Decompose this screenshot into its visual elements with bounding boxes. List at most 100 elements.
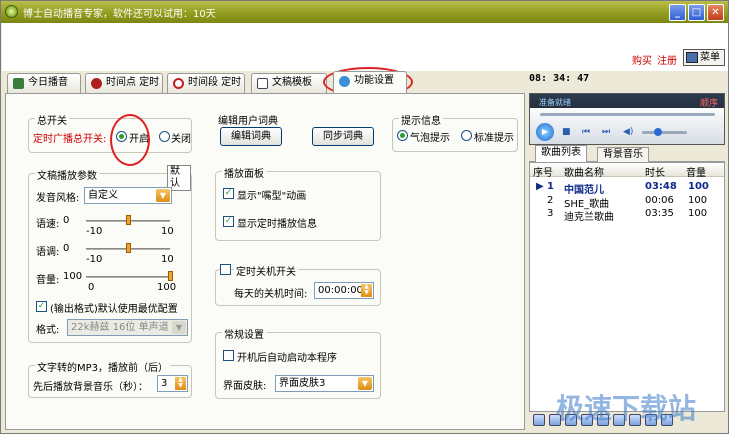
col-duration[interactable]: 时长 (645, 164, 665, 179)
play-panel-title: 播放面板 (222, 165, 266, 180)
bg-music-spinner[interactable]: 3 ▲ ▼ (157, 375, 188, 392)
chevron-down-icon[interactable]: ▼ (156, 189, 170, 202)
tab-time-range-label: 时间段 定时 (188, 77, 242, 88)
tab-time-point[interactable]: 时间点 定时 (85, 73, 163, 93)
tab-song-list[interactable]: 歌曲列表 (535, 145, 587, 162)
edit-dictionary-button[interactable]: 编辑词典 (220, 127, 282, 146)
standard-hint-radio[interactable] (461, 130, 472, 141)
menu-button[interactable]: 菜单 (683, 49, 725, 66)
menu-label: 菜单 (700, 52, 720, 63)
player-status: 准备就绪 (539, 98, 571, 107)
volume-knob[interactable] (654, 128, 662, 136)
master-switch-label: 定时广播总开关: (33, 134, 107, 145)
title-bar[interactable]: 博士自动播音专家，软件还可以试用：10天 _ □ ✕ (1, 1, 728, 23)
shutdown-time-value: 00:00:00 (318, 285, 363, 296)
volume-slider-track[interactable] (86, 276, 170, 278)
volume-slider-thumb[interactable] (168, 271, 173, 281)
play-button[interactable]: ▶ (536, 123, 554, 141)
minimize-button[interactable]: _ (669, 4, 686, 21)
shutdown-label[interactable]: 定时关机开关 (234, 263, 298, 278)
progress-bar[interactable] (540, 113, 715, 116)
chevron-down-icon[interactable]: ▼ (172, 321, 186, 334)
col-no[interactable]: 序号 (533, 164, 553, 179)
general-title: 常规设置 (222, 326, 266, 341)
pitch-min: -10 (86, 254, 103, 265)
tab-templates[interactable]: 文稿模板 (251, 73, 327, 93)
calendar-icon (13, 78, 24, 89)
general-group: 常规设置 开机后自动启动本程序 界面皮肤: 界面皮肤3 ▼ (215, 326, 381, 399)
stop-icon[interactable]: ■ (562, 128, 571, 137)
close-button[interactable]: ✕ (707, 4, 724, 21)
speech-params-group: 文稿播放参数 默认 发音风格: 自定义 ▼ 语速: 0 -10 10 语调: 0… (28, 165, 192, 343)
master-switch-title: 总开关 (35, 112, 69, 127)
menu-icon (686, 52, 698, 63)
speaker-icon[interactable]: ◀) (623, 128, 633, 137)
pitch-slider-thumb[interactable] (126, 243, 131, 253)
autostart-label[interactable]: 开机后自动启动本程序 (237, 349, 337, 364)
row-no: 2 (547, 195, 554, 206)
add-song-icon[interactable] (533, 414, 545, 426)
tab-settings[interactable]: 功能设置 (333, 71, 407, 93)
show-mouth-label[interactable]: 显示"嘴型"动画 (237, 187, 306, 202)
row-marker-icon: ▶ (536, 181, 544, 192)
tab-settings-label: 功能设置 (354, 75, 394, 86)
shutdown-time-spinner[interactable]: 00:00:00 ▲ ▼ (314, 282, 374, 299)
mp3-group: 文字转的MP3，播放前（后） 先后播放背景音乐（秒）： 3 ▲ ▼ (28, 359, 192, 398)
playlist-header: 序号 歌曲名称 时长 音量 (530, 163, 724, 179)
speed-slider-thumb[interactable] (126, 215, 131, 225)
settings-panel: 总开关 定时广播总开关: 开启 关闭 文稿播放参数 默认 发音风格: 自定义 ▼… (5, 93, 525, 430)
output-format-checkbox[interactable]: ✓ (36, 301, 47, 312)
bubble-hint-label[interactable]: 气泡提示 (410, 129, 450, 144)
player-controls: ▶ ■ ⏮ ⏭ ◀) (530, 108, 724, 144)
row-volume: 100 (688, 195, 708, 206)
window-title: 博士自动播音专家，软件还可以试用：10天 (23, 9, 216, 20)
row-no: 1 (547, 181, 554, 192)
autostart-checkbox[interactable] (223, 350, 234, 361)
bubble-hint-radio[interactable] (397, 130, 408, 141)
volume-value: 100 (63, 271, 83, 282)
row-volume: 100 (688, 181, 709, 192)
playlist: 序号 歌曲名称 时长 音量 ▶ 1 中国范儿 03:48 100 2 SHE_歌… (529, 162, 725, 412)
spinner-arrows-icon[interactable]: ▲ ▼ (361, 284, 372, 297)
speed-label: 语速: (36, 219, 60, 230)
format-select[interactable]: 22k赫兹 16位 单声道 ▼ (67, 319, 188, 336)
previous-icon[interactable]: ⏮ (582, 128, 590, 137)
next-icon[interactable]: ⏭ (602, 128, 610, 137)
show-timer-checkbox[interactable]: ✓ (223, 216, 234, 227)
buy-link[interactable]: 购买 (632, 52, 652, 67)
show-mouth-checkbox[interactable]: ✓ (223, 188, 234, 199)
chevron-down-icon[interactable]: ▼ (358, 377, 372, 390)
skin-select[interactable]: 界面皮肤3 ▼ (275, 375, 374, 392)
highlight-ellipse-switch (110, 114, 150, 166)
tab-time-range[interactable]: 时间段 定时 (167, 73, 245, 93)
col-name[interactable]: 歌曲名称 (564, 164, 604, 179)
standard-hint-label[interactable]: 标准提示 (474, 129, 514, 144)
app-window: 博士自动播音专家，软件还可以试用：10天 _ □ ✕ 购买 注册 菜单 今日播音… (0, 0, 729, 434)
tab-templates-label: 文稿模板 (272, 77, 312, 88)
show-timer-label[interactable]: 显示定时播放信息 (237, 215, 317, 230)
speech-params-title: 文稿播放参数 (35, 167, 99, 182)
spinner-arrows-icon[interactable]: ▲ ▼ (175, 377, 186, 390)
tab-today[interactable]: 今日播音 (7, 73, 81, 93)
alarm-clock-icon (91, 78, 102, 89)
switch-off-radio[interactable] (159, 131, 170, 142)
clock-display: 08: 34: 47 (529, 73, 590, 84)
register-link[interactable]: 注册 (657, 52, 677, 67)
maximize-button[interactable]: □ (688, 4, 705, 21)
voice-select[interactable]: 自定义 ▼ (84, 187, 172, 204)
output-format-label[interactable]: (输出格式)默认使用最优配置 (50, 300, 178, 315)
voice-label: 发音风格: (36, 193, 80, 204)
col-volume[interactable]: 音量 (686, 164, 706, 179)
volume-bar[interactable] (642, 131, 687, 134)
tab-today-label: 今日播音 (28, 77, 68, 88)
switch-off-label[interactable]: 关闭 (171, 130, 191, 145)
row-volume: 100 (688, 208, 708, 219)
app-logo-icon (5, 5, 18, 18)
shutdown-time-label: 每天的关机时间: (234, 289, 308, 300)
tab-background-music[interactable]: 背景音乐 (597, 147, 649, 162)
sync-dictionary-button[interactable]: 同步词典 (312, 127, 374, 146)
row-name: 中国范儿 (564, 185, 604, 196)
pitch-label: 语调: (36, 247, 60, 258)
shutdown-checkbox[interactable] (220, 264, 231, 275)
document-icon (257, 78, 268, 89)
